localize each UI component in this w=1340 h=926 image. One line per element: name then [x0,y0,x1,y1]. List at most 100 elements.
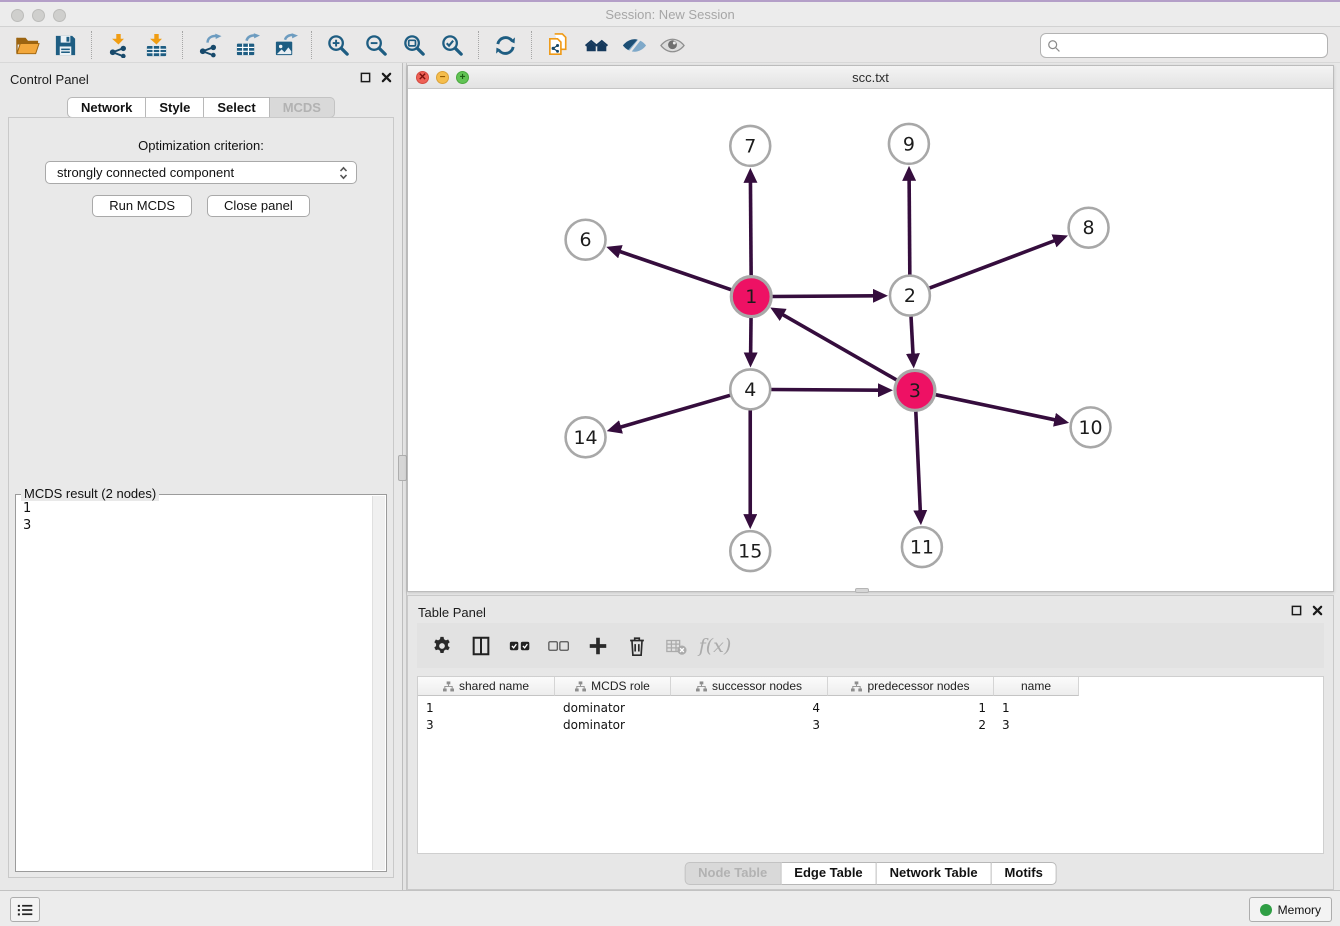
graph-node-11[interactable]: 11 [902,527,942,567]
tab-network-table[interactable]: Network Table [877,862,992,885]
column-header-predecessor-nodes[interactable]: predecessor nodes [828,677,994,696]
float-panel-icon[interactable] [360,72,371,83]
edge-4-3[interactable] [771,390,879,391]
panel-menu-button[interactable] [10,897,40,922]
network-graph[interactable]: 1 2 3 4 6 7 8 9 10 11 14 15 [408,89,1333,591]
table-cell[interactable]: 1 [994,701,1079,715]
optimization-criterion-label: Optimization criterion: [9,138,393,153]
edge-3-1[interactable] [782,314,896,380]
show-graphics-details-button[interactable] [656,30,688,60]
tab-edge-table[interactable]: Edge Table [781,862,876,885]
close-panel-button[interactable]: Close panel [207,195,310,217]
graph-node-6[interactable]: 6 [566,220,606,260]
mcds-result-list[interactable]: 13 [23,500,370,869]
table-cell[interactable]: 4 [671,701,828,715]
network-table-divider-handle[interactable] [855,588,869,593]
table-cell[interactable]: 3 [418,718,555,732]
network-window-titlebar[interactable]: ✕ − + scc.txt [408,66,1333,89]
toolbar-separator [531,31,532,59]
edge-1-2[interactable] [772,296,874,297]
table-cell[interactable]: 1 [418,701,555,715]
column-header-successor-nodes[interactable]: successor nodes [671,677,828,696]
zoom-out-button[interactable] [360,30,392,60]
node-label: 1 [745,286,757,308]
table-cell[interactable]: 2 [828,718,994,732]
open-session-button[interactable] [11,30,43,60]
table-row[interactable]: 3dominator323 [418,716,1323,733]
refresh-view-button[interactable] [489,30,521,60]
hide-graphics-details-button[interactable] [618,30,650,60]
export-image-button[interactable] [269,30,301,60]
export-table-button[interactable] [231,30,263,60]
graph-node-4[interactable]: 4 [730,369,770,409]
memory-label: Memory [1278,903,1321,917]
divider-handle[interactable] [398,455,407,481]
table-cell[interactable]: dominator [555,701,671,715]
zoom-in-button[interactable] [322,30,354,60]
zoom-fit-button[interactable] [398,30,430,60]
select-all-rows-button[interactable] [505,631,535,661]
graph-node-7[interactable]: 7 [730,126,770,166]
table-cell[interactable]: 1 [828,701,994,715]
edge-1-6[interactable] [620,251,732,289]
delete-table-button [661,631,691,661]
search-field[interactable] [1040,33,1328,58]
import-table-button[interactable] [140,30,172,60]
tab-style[interactable]: Style [146,97,204,118]
table-cell[interactable]: 3 [994,718,1079,732]
graph-node-8[interactable]: 8 [1069,208,1109,248]
column-header-shared-name[interactable]: shared name [418,677,555,696]
save-session-button[interactable] [49,30,81,60]
edge-2-8[interactable] [929,240,1054,288]
edge-2-3[interactable] [911,317,913,355]
tab-select[interactable]: Select [204,97,269,118]
tab-network[interactable]: Network [67,97,146,118]
graph-node-10[interactable]: 10 [1071,407,1111,447]
toolbar-separator [91,31,92,59]
edge-4-14[interactable] [620,395,730,427]
close-panel-icon[interactable] [381,72,392,83]
deselect-all-rows-button[interactable] [544,631,574,661]
control-panel: Control Panel NetworkStyleSelectMCDS Opt… [0,63,402,890]
graph-node-1[interactable]: 1 [731,277,771,317]
mcds-result-title: MCDS result (2 nodes) [21,486,159,501]
add-column-button[interactable] [583,631,613,661]
table-settings-button[interactable] [427,631,457,661]
edge-1-7[interactable] [750,182,751,276]
import-network-button[interactable] [102,30,134,60]
table-cell[interactable]: 3 [671,718,828,732]
tab-mcds[interactable]: MCDS [270,97,335,118]
table-cell[interactable]: dominator [555,718,671,732]
memory-button[interactable]: Memory [1249,897,1332,922]
graph-node-3[interactable]: 3 [895,370,935,410]
toggle-columns-button[interactable] [466,631,496,661]
delete-column-button[interactable] [622,631,652,661]
edge-3-10[interactable] [935,395,1055,420]
column-header-mcds-role[interactable]: MCDS role [555,677,671,696]
graph-node-14[interactable]: 14 [566,417,606,457]
network-canvas[interactable]: 1 2 3 4 6 7 8 9 10 11 14 15 [408,89,1333,591]
criterion-select[interactable]: strongly connected component [45,161,357,184]
tab-motifs[interactable]: Motifs [992,862,1057,885]
network-window-title: scc.txt [408,70,1333,85]
toolbar-separator [478,31,479,59]
column-header-label: name [1021,679,1051,693]
column-header-name[interactable]: name [994,677,1079,696]
import-table-icon [144,33,169,58]
tab-node-table[interactable]: Node Table [684,862,781,885]
graph-node-9[interactable]: 9 [889,124,929,164]
result-scrollbar[interactable] [372,496,385,870]
zoom-selected-button[interactable] [436,30,468,60]
clone-network-button[interactable] [542,30,574,60]
edge-3-11[interactable] [916,411,920,511]
edge-2-9[interactable] [909,180,910,275]
run-mcds-button[interactable]: Run MCDS [92,195,192,217]
graph-node-15[interactable]: 15 [730,531,770,571]
search-input[interactable] [1065,38,1321,54]
float-table-panel-icon[interactable] [1291,605,1302,616]
table-row[interactable]: 1dominator411 [418,699,1323,716]
network-home-button[interactable] [580,30,612,60]
close-table-panel-icon[interactable] [1312,605,1323,616]
export-network-button[interactable] [193,30,225,60]
graph-node-2[interactable]: 2 [890,276,930,316]
